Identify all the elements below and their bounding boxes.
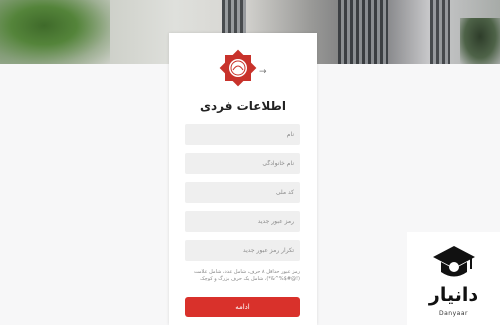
continue-button[interactable]: ادامه bbox=[185, 297, 300, 317]
watermark-subtext: Danyaar bbox=[439, 310, 468, 317]
page-title: اطلاعات فردی bbox=[200, 99, 286, 113]
tree-foliage bbox=[0, 0, 110, 64]
arrow-right-icon[interactable]: → bbox=[259, 67, 267, 77]
watermark-logo: دانیار Danyaar bbox=[407, 232, 500, 325]
star-seal-logo bbox=[219, 49, 257, 87]
building bbox=[338, 0, 388, 64]
national-id-field[interactable] bbox=[185, 182, 300, 203]
watermark-text: دانیار bbox=[428, 284, 479, 306]
building bbox=[430, 0, 450, 64]
tree-foliage bbox=[460, 18, 500, 64]
confirm-password-field[interactable] bbox=[185, 240, 300, 261]
first-name-field[interactable] bbox=[185, 124, 300, 145]
new-password-field[interactable] bbox=[185, 211, 300, 232]
password-hint: رمز عبور حداقل ۸ حرف، شامل عدد، شامل علا… bbox=[193, 269, 300, 282]
graduation-cap-icon bbox=[433, 246, 475, 277]
last-name-field[interactable] bbox=[185, 153, 300, 174]
